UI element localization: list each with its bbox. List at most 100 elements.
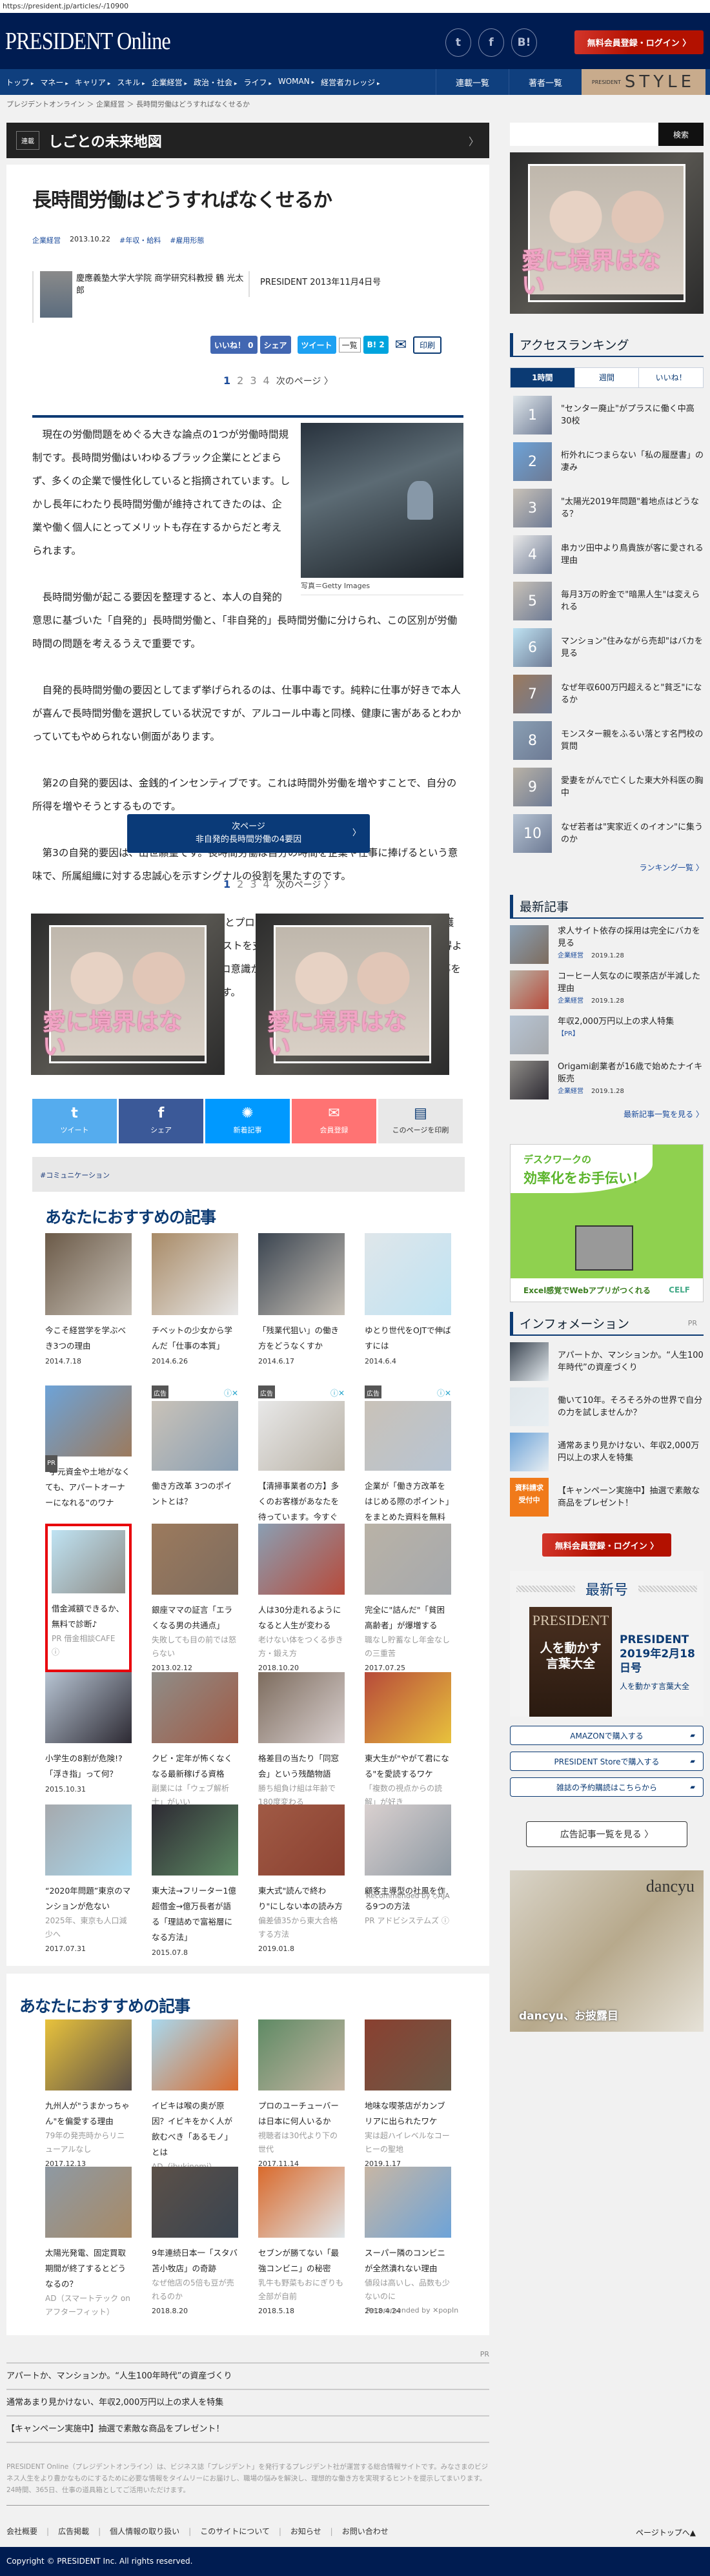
- recommended-article[interactable]: 九州人が"うまかっちゃん"を偏愛する理由 79年の発売時からリニューアルなし 201…: [45, 2019, 132, 2168]
- series-banner[interactable]: 連載 しごとの未来地図 〉: [6, 123, 489, 158]
- footer-link[interactable]: 広告掲載: [37, 2526, 89, 2537]
- tweet-list-count[interactable]: 一覧: [338, 337, 361, 353]
- info-item[interactable]: アパートか、マンションか。“人生100年時代”の資産づくり: [510, 1342, 704, 1381]
- tag-box[interactable]: #コミュニケーション: [32, 1157, 465, 1192]
- tag-link[interactable]: #雇用形態: [170, 235, 204, 245]
- hatena-bookmark-icon[interactable]: B!: [511, 28, 537, 57]
- search-input[interactable]: [510, 123, 658, 146]
- recommended-article[interactable]: 小学生の8割が危険!?「浮き指」って何？ 2015.10.31: [45, 1672, 132, 1804]
- info-item[interactable]: 通常あまり見かけない、年収2,000万円以上の求人を特集: [510, 1433, 704, 1471]
- pr-link[interactable]: 通常あまり見かけない、年収2,000万円以上の求人を特集: [6, 2390, 489, 2417]
- recommended-article[interactable]: スーパー隣のコンビニが全然潰れない理由 値段は高いし、品数も少ないのに 2018.4…: [365, 2167, 451, 2315]
- nav-item[interactable]: 企業経営: [148, 77, 190, 88]
- ranking-item[interactable]: 5 毎月3万の貯金で"暗黒人生"は変えられる: [513, 582, 704, 620]
- url-bar[interactable]: https://president.jp/articles/-/10900: [0, 0, 710, 13]
- ranking-more-link[interactable]: ランキング一覧 〉: [510, 862, 704, 873]
- nav-item[interactable]: WOMAN: [275, 77, 318, 88]
- desk-ad[interactable]: デスクワークの 効率化をお手伝い！ Excel感覚でWebアプリがつくれる CEL…: [510, 1144, 704, 1302]
- page-link[interactable]: 4: [263, 878, 270, 891]
- nav-item[interactable]: マネー: [37, 77, 71, 88]
- recommended-article[interactable]: 太陽光発電、固定買取期間が終了するとどうなるの？ AD（スマートテック on アフ…: [45, 2167, 132, 2316]
- footer-link[interactable]: お問い合わせ: [321, 2526, 389, 2537]
- login-button[interactable]: 無料会員登録・ログイン 〉: [542, 1533, 671, 1557]
- recommended-article[interactable]: 人は30分走れるようになると人生が変わる 老けない体をつくる歩き方・鍛え方 2018…: [258, 1524, 345, 1672]
- promo-ad[interactable]: 愛に境界はない: [31, 914, 225, 1075]
- page-link[interactable]: 4: [263, 374, 270, 387]
- site-logo[interactable]: PRESIDENT Online: [5, 27, 171, 56]
- purchase-button[interactable]: 雑誌の予約購読はこちらから ▰: [510, 1777, 704, 1797]
- recommended-article[interactable]: 顧客主導型の社風を作る9つの方法 PR アドビシステムズ ⓘ: [365, 1804, 451, 1925]
- ranking-item[interactable]: 3 "太陽光2019年問題"着地点はどうなる？: [513, 489, 704, 527]
- ranking-item[interactable]: 1 "センター廃止"がプラスに働く中高30校: [513, 396, 704, 434]
- page-link[interactable]: 1: [223, 878, 230, 891]
- recommended-article[interactable]: イビキは喉の奥が原因？イビキをかく人が飲むべき「あるモノ」とはAD（ibukin…: [152, 2019, 238, 2171]
- facebook-share-button[interactable]: シェア: [259, 336, 291, 354]
- login-button[interactable]: 無料会員登録・ログイン 〉: [574, 30, 704, 54]
- ranking-item[interactable]: 6 マンション"住みながら売却"はバカを見る: [513, 628, 704, 667]
- recommended-article[interactable]: 広告ⓘ✕【清掃事業者の方】多くのお客様があなたを待っています。今すぐ無料で集客を…: [258, 1385, 345, 1553]
- recommended-article[interactable]: 9年連続日本一「スタバ苫小牧店」の奇跡 なぜ他店の5倍も豆が売れるのか 2018.8…: [152, 2167, 238, 2315]
- nav-item[interactable]: トップ: [3, 77, 37, 88]
- ranking-item[interactable]: 4 串カツ田中より鳥貴族が客に愛される理由: [513, 535, 704, 574]
- recommended-article[interactable]: クビ・定年が怖くなくなる最新稼げる資格副業には「ウェブ解析士」がいい2018.0…: [152, 1672, 238, 1821]
- recommended-article[interactable]: 「残業代狙い」の働き方をどうなくすか 2014.6.17: [258, 1233, 345, 1385]
- recommended-article[interactable]: セブンが勝てない「最強コンビニ」の秘密 乳牛も野菜もおにぎりも全部が自前 2018.…: [258, 2167, 345, 2315]
- search-button[interactable]: 検索: [658, 123, 704, 146]
- authors-list-link[interactable]: 著者一覧: [509, 69, 582, 95]
- ads-list-button[interactable]: 広告記事一覧を見る 〉: [526, 1821, 687, 1847]
- recommended-article[interactable]: “2020年問題”東京のマンションが危ない 2025年、東京も人口減少へ 2017.…: [45, 1804, 132, 1953]
- ranking-item[interactable]: 7 なぜ年収600万円超えると"貧乏"になるか: [513, 675, 704, 713]
- next-page-link[interactable]: 次のページ 〉: [276, 878, 333, 891]
- latest-item[interactable]: 年収2,000万円以上の求人特集 【PR】: [510, 1016, 704, 1054]
- dancyu-ad[interactable]: dancyu dancyu、お披露目: [510, 1870, 704, 2032]
- page-link[interactable]: 3: [250, 878, 256, 891]
- facebook-icon[interactable]: f: [478, 28, 504, 57]
- recommended-article[interactable]: 広告 ⓘ✕ 働き方改革 3つのポイントとは？: [152, 1385, 238, 1524]
- footer-link[interactable]: 会社概要: [6, 2526, 37, 2537]
- recommended-article[interactable]: 地味な喫茶店がカンブリアに出られたワケ 実は超ハイレベルなコーヒーの聖地 2019.…: [365, 2019, 451, 2168]
- latest-category[interactable]: 【PR】: [558, 1030, 579, 1038]
- nav-item[interactable]: 政治・社会: [190, 77, 240, 88]
- recommended-article[interactable]: 格差目の当たり「同窓会」という残酷物語勝ち組負け組は年齢で180度変わる2018…: [258, 1672, 345, 1821]
- ranking-tab[interactable]: いいね！: [638, 368, 704, 387]
- tag-link[interactable]: #年収・給料: [119, 235, 161, 245]
- pr-link[interactable]: アパートか、マンションか。“人生100年時代”の資産づくり: [6, 2364, 489, 2390]
- info-item[interactable]: 働いて10年。そろそろ外の世界で自分の力を試しませんか？: [510, 1387, 704, 1426]
- recommended-article[interactable]: 銀座ママの証言「エラくなる男の共通点」 失敗しても目の前では怒らない 2013.02…: [152, 1524, 238, 1672]
- recommended-article[interactable]: 借金減額できるか、無料で診断♪ PR 借金相談CAFE ⓘ: [45, 1524, 132, 1672]
- recommended-article[interactable]: 東大法→フリーター1億超借金→億万長者が語る「理詰めで富裕層になる方法」 2015…: [152, 1804, 238, 1957]
- recommended-article[interactable]: 完全に"詰んだ"「貧困高齢者」が爆増する 職なし貯蓄なし年金なしの三重苦 2017.…: [365, 1524, 451, 1672]
- page-link[interactable]: 2: [237, 878, 243, 891]
- latest-item[interactable]: コーヒー人気なのに喫茶店が半減した理由 企業経営 2019.1.28: [510, 970, 704, 1009]
- recommended-by[interactable]: Recommended by ◇AJA: [366, 1892, 450, 1900]
- next-page-link[interactable]: 次のページ 〉: [276, 374, 333, 387]
- footer-link[interactable]: このサイトについて: [179, 2526, 270, 2537]
- recommended-article[interactable]: 広告ⓘ✕企業が「働き方改革をはじめる際のポイント」をまとめた資料を無料で配布【今…: [365, 1385, 451, 1553]
- footer-link[interactable]: お知らせ: [270, 2526, 321, 2537]
- share-bar-button[interactable]: ▤ このページを印刷: [378, 1099, 463, 1143]
- latest-item[interactable]: Origami創業者が16歳で始めたナイキ販売 企業経営 2019.1.28: [510, 1061, 704, 1099]
- ranking-item[interactable]: 10 なぜ若者は"実家近くのイオン"に集うのか: [513, 814, 704, 853]
- mail-icon[interactable]: ✉: [395, 337, 407, 353]
- latest-item[interactable]: 求人サイト依存の採用は完全にバカを見る 企業経営 2019.1.28: [510, 925, 704, 964]
- recommended-article[interactable]: PR “手元資金や土地がなくても、アパートオーナーになれる”のワナ: [45, 1385, 132, 1524]
- recommended-article[interactable]: プロのユーチューバーは日本に何人いるか 視聴者は30代より下の世代 2017.11.…: [258, 2019, 345, 2168]
- recommended-by[interactable]: Recommended by ✕popIn: [366, 2306, 458, 2315]
- latest-category[interactable]: 企業経営: [558, 1088, 583, 1095]
- share-bar-button[interactable]: ✺ 新着記事: [205, 1099, 290, 1143]
- president-style-link[interactable]: PRESIDENT STYLE: [582, 69, 705, 95]
- promo-ad[interactable]: 愛に境界はない: [256, 914, 449, 1075]
- page-link[interactable]: 1: [223, 374, 230, 387]
- author-info[interactable]: 慶應義塾大学大学院 商学研究科教授 鶴 光太郎: [32, 271, 245, 323]
- nav-item[interactable]: ライフ: [240, 77, 274, 88]
- breadcrumb[interactable]: プレジデントオンライン ＞ 企業経営 ＞ 長時間労働はどうすればなくせるか: [6, 99, 250, 109]
- sidebar-promo-ad[interactable]: 愛に境界はない: [510, 152, 704, 314]
- share-bar-button[interactable]: ✉ 会員登録: [292, 1099, 376, 1143]
- page-top-link[interactable]: ページトップへ▲: [636, 2527, 696, 2538]
- page-link[interactable]: 3: [250, 374, 256, 387]
- ranking-item[interactable]: 8 モンスター親をふるい落とす名門校の質問: [513, 721, 704, 760]
- latest-category[interactable]: 企業経営: [558, 997, 583, 1005]
- hatena-bookmark-button[interactable]: B! 2: [363, 336, 389, 354]
- nav-item[interactable]: キャリア: [72, 77, 114, 88]
- ad-info-close-icon[interactable]: ⓘ✕: [330, 1385, 345, 1398]
